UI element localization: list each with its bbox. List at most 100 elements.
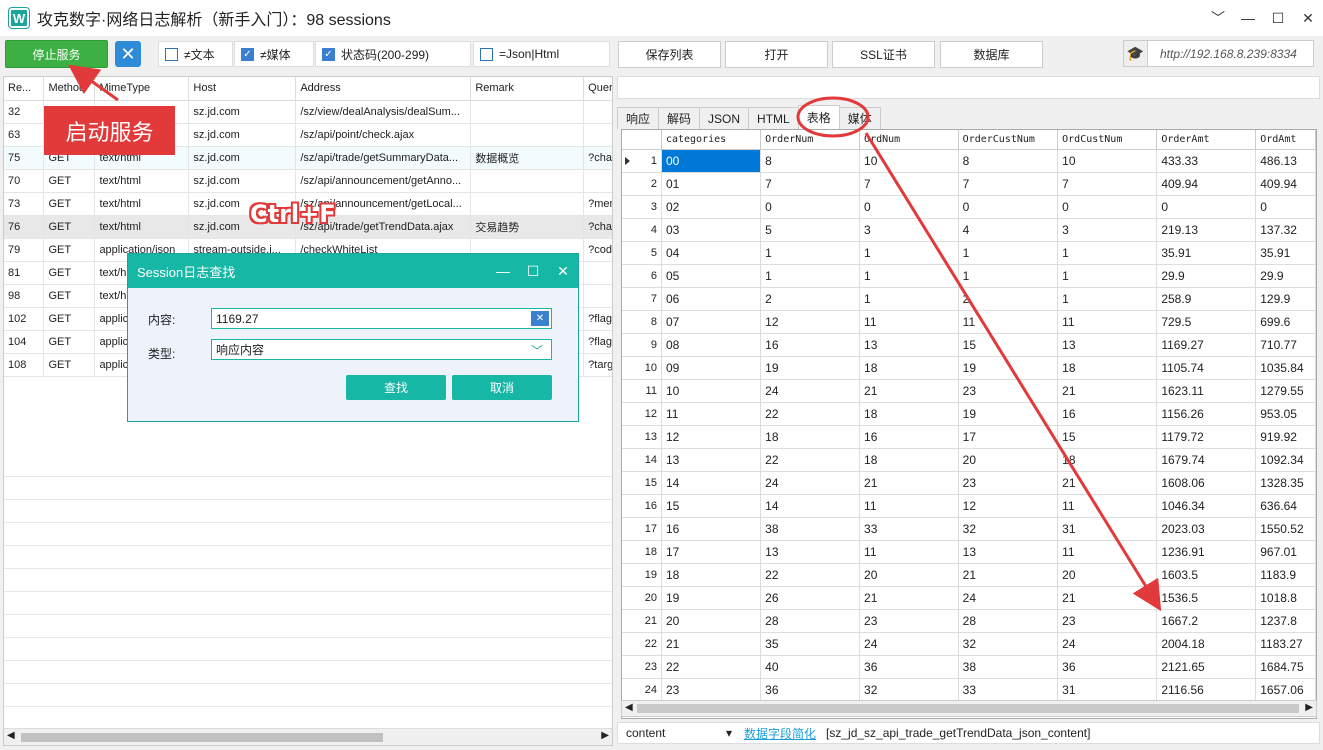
tab-2[interactable]: JSON [699,107,750,129]
grid-cell[interactable]: 5 [760,218,861,242]
grid-row[interactable]: 21 20 28 23 28 23 1667.2 1237.8 [622,609,1316,633]
graduation-cap-icon[interactable]: 🎓 [1124,41,1148,66]
grid-cell[interactable]: 1657.06 [1255,678,1316,702]
grid-column-header[interactable]: OrdAmt [1255,130,1316,150]
grid-row[interactable]: 5 04 1 1 1 1 35.91 35.91 [622,241,1316,265]
grid-cell[interactable]: 12 [958,494,1059,518]
grid-horizontal-scrollbar[interactable]: ◀ ▶ [621,700,1317,717]
grid-cell[interactable]: 28 [958,609,1059,633]
grid-cell[interactable]: 15 [958,333,1059,357]
grid-cell[interactable]: 23 [1057,609,1158,633]
grid-row[interactable]: 10 09 19 18 19 18 1105.74 1035.84 [622,356,1316,380]
grid-cell[interactable]: 1179.72 [1156,425,1257,449]
grid-row[interactable]: 17 16 38 33 32 31 2023.03 1550.52 [622,517,1316,541]
grid-cell[interactable]: 11 [661,402,762,426]
grid-cell[interactable]: 06 [661,287,762,311]
grid-cell[interactable]: 17 [958,425,1059,449]
grid-row[interactable]: 23 22 40 36 38 36 2121.65 1684.75 [622,655,1316,679]
stop-service-button[interactable]: 停止服务 [5,40,108,68]
grid-cell[interactable]: 1 [859,241,959,265]
grid-cell[interactable]: 32 [958,632,1059,656]
grid-cell[interactable]: 21 [859,379,959,403]
grid-cell[interactable]: 1035.84 [1255,356,1316,380]
clear-input-icon[interactable]: ✕ [531,311,549,326]
grid-cell[interactable]: 33 [859,517,959,541]
grid-cell[interactable]: 20 [661,609,762,633]
grid-cell[interactable]: 19 [661,586,762,610]
grid-cell[interactable]: 19 [760,356,861,380]
scroll-left-icon[interactable]: ◀ [7,730,15,741]
grid-cell[interactable]: 23 [958,471,1059,495]
grid-cell[interactable]: 32 [958,517,1059,541]
grid-cell[interactable]: 1536.5 [1156,586,1257,610]
grid-cell[interactable]: 1169.27 [1156,333,1257,357]
grid-cell[interactable]: 1603.5 [1156,563,1257,587]
grid-cell[interactable]: 409.94 [1255,172,1316,196]
grid-cell[interactable]: 1328.35 [1255,471,1316,495]
grid-cell[interactable]: 0 [859,195,959,219]
grid-cell[interactable]: 2116.56 [1156,678,1257,702]
grid-cell[interactable]: 20 [859,563,959,587]
grid-cell[interactable]: 21 [661,632,762,656]
grid-cell[interactable]: 14 [661,471,762,495]
grid-cell[interactable]: 3 [859,218,959,242]
grid-cell[interactable]: 18 [859,448,959,472]
grid-row[interactable]: 3 02 0 0 0 0 0 0 [622,195,1316,219]
filter-json-html-checkbox[interactable]: =Json|Html [473,41,610,67]
grid-cell[interactable]: 35.91 [1255,241,1316,265]
grid-row[interactable]: 14 13 22 18 20 18 1679.74 1092.34 [622,448,1316,472]
grid-cell[interactable]: 2121.65 [1156,655,1257,679]
grid-cell[interactable]: 1608.06 [1156,471,1257,495]
grid-cell[interactable]: 7 [958,172,1059,196]
grid-cell[interactable]: 36 [859,655,959,679]
grid-cell[interactable]: 11 [958,310,1059,334]
grid-cell[interactable]: 2004.18 [1156,632,1257,656]
grid-row[interactable]: 19 18 22 20 21 20 1603.5 1183.9 [622,563,1316,587]
grid-cell[interactable]: 10 [661,379,762,403]
grid-cell[interactable]: 24 [1057,632,1158,656]
grid-cell[interactable]: 38 [760,517,861,541]
grid-row[interactable]: 6 05 1 1 1 1 29.9 29.9 [622,264,1316,288]
filter-status-checkbox[interactable]: ✓ 状态码(200-299) [315,41,471,67]
cancel-button[interactable]: 取消 [452,375,552,400]
grid-column-header[interactable]: OrdCustNum [1057,130,1158,150]
grid-cell[interactable]: 0 [1255,195,1316,219]
scrollbar-thumb[interactable] [637,704,1299,713]
grid-cell[interactable]: 1 [859,264,959,288]
grid-cell[interactable]: 22 [661,655,762,679]
grid-cell[interactable]: 04 [661,241,762,265]
grid-row[interactable]: 7 06 2 1 2 1 258.9 129.9 [622,287,1316,311]
grid-cell[interactable]: 09 [661,356,762,380]
grid-cell[interactable]: 03 [661,218,762,242]
grid-cell[interactable]: 1237.8 [1255,609,1316,633]
grid-row[interactable]: 16 15 14 11 12 11 1046.34 636.64 [622,494,1316,518]
type-select[interactable]: 响应内容 ﹀ [211,339,552,360]
grid-row[interactable]: 20 19 26 21 24 21 1536.5 1018.8 [622,586,1316,610]
grid-column-header[interactable]: OrdNum [859,130,959,150]
grid-cell[interactable]: 13 [760,540,861,564]
grid-cell[interactable]: 31 [1057,517,1158,541]
grid-cell[interactable]: 00 [661,149,762,173]
grid-cell[interactable]: 13 [958,540,1059,564]
horizontal-scrollbar[interactable]: ◀ ▶ [4,728,612,745]
grid-row[interactable]: 4 03 5 3 4 3 219.13 137.32 [622,218,1316,242]
grid-cell[interactable]: 729.5 [1156,310,1257,334]
grid-cell[interactable]: 18 [859,402,959,426]
grid-cell[interactable]: 1550.52 [1255,517,1316,541]
grid-cell[interactable]: 1 [760,264,861,288]
content-input[interactable]: 1169.27 ✕ [211,308,552,329]
ssl-cert-button[interactable]: SSL证书 [832,41,935,68]
grid-cell[interactable]: 7 [859,172,959,196]
tab-1[interactable]: 解码 [658,107,701,129]
grid-cell[interactable]: 18 [859,356,959,380]
tab-3[interactable]: HTML [748,107,799,129]
grid-cell[interactable]: 13 [1057,333,1158,357]
grid-cell[interactable]: 24 [760,379,861,403]
grid-cell[interactable]: 1 [958,241,1059,265]
grid-cell[interactable]: 18 [1057,356,1158,380]
grid-cell[interactable]: 19 [958,356,1059,380]
grid-cell[interactable]: 19 [958,402,1059,426]
grid-cell[interactable]: 21 [1057,471,1158,495]
grid-cell[interactable]: 953.05 [1255,402,1316,426]
grid-cell[interactable]: 1 [958,264,1059,288]
